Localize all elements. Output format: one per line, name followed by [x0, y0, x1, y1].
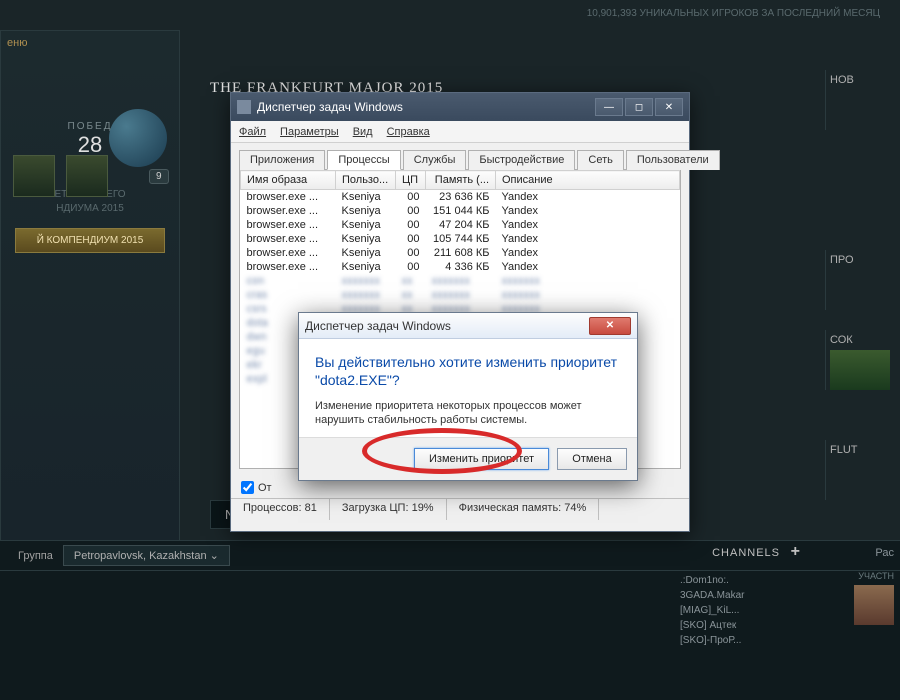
- channel-list: .:Dom1no:. 3GADA.Makar [MIAG]_KiL... [SK…: [680, 569, 800, 648]
- tm-tabs: Приложения Процессы Службы Быстродействи…: [231, 143, 689, 169]
- menu-help[interactable]: Справка: [387, 126, 430, 138]
- list-item[interactable]: [SKO] Ацтек: [680, 618, 800, 633]
- menu-options[interactable]: Параметры: [280, 126, 339, 138]
- status-cpu: Загрузка ЦП: 19%: [330, 499, 447, 520]
- right-column: НОВ ПРО СОК FLUT: [825, 70, 900, 520]
- hero-portrait[interactable]: [66, 155, 108, 197]
- channels-header: CHANNELS: [712, 547, 780, 559]
- col-cpu[interactable]: ЦП: [396, 171, 426, 190]
- avatar[interactable]: [854, 585, 894, 625]
- tm-titlebar[interactable]: Диспетчер задач Windows — ◻ ✕: [231, 93, 689, 121]
- add-channel-button[interactable]: +: [791, 543, 800, 561]
- dlg-main-text: Вы действительно хотите изменить приорит…: [315, 353, 621, 389]
- taskmgr-icon: [237, 100, 251, 114]
- col-user[interactable]: Пользо...: [336, 171, 396, 190]
- dlg-titlebar[interactable]: Диспетчер задач Windows ✕: [299, 313, 637, 339]
- table-row[interactable]: browser.exe ...Kseniya004 336 КБYandex: [241, 260, 680, 274]
- list-item[interactable]: 3GADA.Makar: [680, 588, 800, 603]
- tab-processes[interactable]: Процессы: [327, 150, 400, 170]
- compendium-button[interactable]: Й КОМПЕНДИУМ 2015: [15, 228, 165, 253]
- tab-network[interactable]: Сеть: [577, 150, 623, 170]
- priority-dialog: Диспетчер задач Windows ✕ Вы действитель…: [298, 312, 638, 481]
- hero-portrait[interactable]: [13, 155, 55, 197]
- show-all-label: От: [258, 482, 272, 494]
- dlg-close-button[interactable]: ✕: [589, 317, 631, 335]
- col-mem[interactable]: Память (...: [426, 171, 496, 190]
- list-item[interactable]: [SKO]-ПроР...: [680, 633, 800, 648]
- dlg-title: Диспетчер задач Windows: [305, 319, 451, 333]
- right-ras[interactable]: Рас: [875, 547, 894, 559]
- right-flut[interactable]: FLUT: [825, 440, 900, 500]
- right-sok[interactable]: СОК: [825, 330, 900, 390]
- level-badge: 9: [149, 169, 169, 184]
- table-row[interactable]: conxxxxxxxxxxxxxxxxxxxxxxx: [241, 274, 680, 288]
- menu-label[interactable]: еню: [7, 37, 27, 49]
- list-item[interactable]: .:Dom1no:.: [680, 573, 800, 588]
- table-row[interactable]: crasxxxxxxxxxxxxxxxxxxxxxxx: [241, 288, 680, 302]
- hero-row: [9, 151, 112, 204]
- right-news[interactable]: НОВ: [825, 70, 900, 130]
- players-stat: 10,901,393 УНИКАЛЬНЫХ ИГРОКОВ ЗА ПОСЛЕДН…: [587, 8, 880, 19]
- menu-file[interactable]: Файл: [239, 126, 266, 138]
- chat-tab-group[interactable]: Группа: [8, 546, 63, 566]
- list-item[interactable]: [MIAG]_KiL...: [680, 603, 800, 618]
- dlg-buttons: Изменить приоритет Отмена: [299, 437, 637, 480]
- table-row[interactable]: browser.exe ...Kseniya0023 636 КБYandex: [241, 190, 680, 205]
- maximize-button[interactable]: ◻: [625, 98, 653, 116]
- status-mem: Физическая память: 74%: [447, 499, 600, 520]
- menu-view[interactable]: Вид: [353, 126, 373, 138]
- show-all-checkbox[interactable]: [241, 481, 254, 494]
- dlg-sub-text: Изменение приоритета некоторых процессов…: [315, 399, 621, 427]
- table-row[interactable]: browser.exe ...Kseniya00151 044 КБYandex: [241, 204, 680, 218]
- tab-performance[interactable]: Быстродействие: [468, 150, 575, 170]
- right-pro[interactable]: ПРО: [825, 250, 900, 310]
- close-button[interactable]: ✕: [655, 98, 683, 116]
- cancel-button[interactable]: Отмена: [557, 448, 627, 470]
- hero-orb: [109, 109, 167, 167]
- tm-title: Диспетчер задач Windows: [257, 100, 403, 114]
- chat-bar: Группа Petropavlovsk, Kazakhstan ⌄ CHANN…: [0, 540, 900, 700]
- change-priority-button[interactable]: Изменить приоритет: [414, 448, 549, 470]
- chat-location-dropdown[interactable]: Petropavlovsk, Kazakhstan ⌄: [63, 545, 230, 566]
- minimize-button[interactable]: —: [595, 98, 623, 116]
- col-name[interactable]: Имя образа: [241, 171, 336, 190]
- tab-users[interactable]: Пользователи: [626, 150, 720, 170]
- table-row[interactable]: browser.exe ...Kseniya00211 608 КБYandex: [241, 246, 680, 260]
- tab-applications[interactable]: Приложения: [239, 150, 325, 170]
- tm-menubar: Файл Параметры Вид Справка: [231, 121, 689, 143]
- tab-services[interactable]: Службы: [403, 150, 467, 170]
- chevron-down-icon: ⌄: [210, 550, 219, 562]
- participants-label: УЧАСТН: [858, 571, 894, 581]
- status-processes: Процессов: 81: [231, 499, 330, 520]
- right-thumb: [830, 350, 890, 390]
- tm-statusbar: Процессов: 81 Загрузка ЦП: 19% Физическа…: [231, 498, 689, 520]
- col-desc[interactable]: Описание: [496, 171, 680, 190]
- table-row[interactable]: browser.exe ...Kseniya00105 744 КБYandex: [241, 232, 680, 246]
- table-row[interactable]: browser.exe ...Kseniya0047 204 КБYandex: [241, 218, 680, 232]
